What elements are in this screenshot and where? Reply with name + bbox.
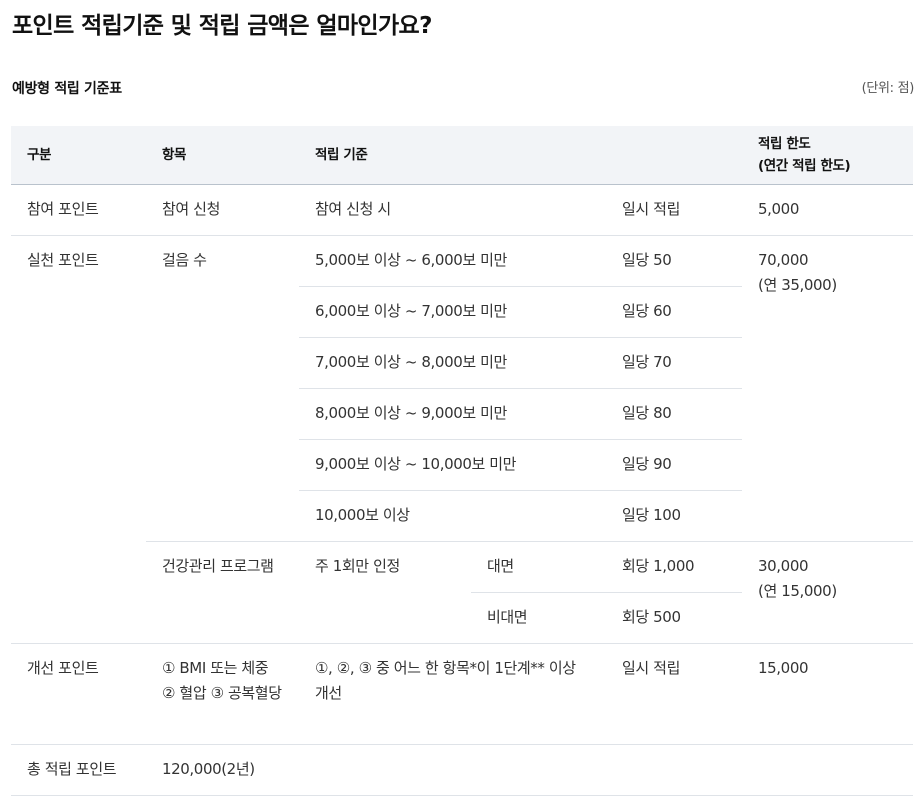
steps-amount-2: 일당 60 [606,286,743,338]
participation-item: 참여 신청 [146,184,299,236]
program-limit-line1: 30,000 [758,557,809,575]
participation-criteria: 참여 신청 시 [299,184,606,236]
steps-criteria-1: 5,000보 이상 ~ 6,000보 미만 [299,235,606,287]
steps-criteria-3: 7,000보 이상 ~ 8,000보 미만 [299,337,606,389]
page-title: 포인트 적립기준 및 적립 금액은 얼마인가요? [12,13,432,39]
steps-limit: 70,000 (연 35,000) [742,235,914,542]
table-row-steps-1: 실천 포인트 걸음 수 5,000보 이상 ~ 6,000보 미만 일당 50 … [11,235,914,644]
participation-limit: 5,000 [742,184,914,236]
table-row-program-1: 건강관리 프로그램 주 1회만 인정 대면 회당 1,000 30,000 (연… [11,541,914,644]
table-row-improvement: 개선 포인트 ① BMI 또는 체중 ② 혈압 ③ 공복혈당 ①, ②, ③ 중… [11,643,914,745]
steps-criteria-6: 10,000보 이상 [299,490,606,542]
header-item: 항목 [146,126,299,185]
header-criteria: 적립 기준 [299,126,743,185]
improvement-item: ① BMI 또는 체중 ② 혈압 ③ 공복혈당 [146,643,299,745]
unit-note: (단위: 점) [861,81,915,96]
total-category: 총 적립 포인트 [11,744,146,796]
program-amount-1: 회당 1,000 [606,541,743,593]
steps-limit-line2: (연 35,000) [758,276,837,294]
program-criteria: 주 1회만 인정 [299,541,471,644]
steps-amount-1: 일당 50 [606,235,743,287]
points-criteria-table: 구분 항목 적립 기준 적립 한도 (연간 적립 한도) 참여 포인트 참여 신… [11,126,914,796]
header-limit-line2: (연간 적립 한도) [758,158,851,174]
header-limit: 적립 한도 (연간 적립 한도) [742,126,914,185]
program-limit-line2: (연 15,000) [758,582,837,600]
table-row-total: 총 적립 포인트 120,000(2년) [11,744,914,796]
steps-amount-3: 일당 70 [606,337,743,389]
practice-category: 실천 포인트 [11,235,146,644]
total-value: 120,000(2년) [146,744,914,796]
program-type-1: 대면 [471,541,606,593]
steps-limit-line1: 70,000 [758,251,809,269]
header-limit-line1: 적립 한도 [758,136,811,152]
table-header-row: 구분 항목 적립 기준 적립 한도 (연간 적립 한도) [11,126,914,185]
program-type-2: 비대면 [471,592,606,644]
header-category: 구분 [11,126,146,185]
improvement-criteria: ①, ②, ③ 중 어느 한 항목*이 1단계** 이상 개선 [299,643,606,745]
improvement-category: 개선 포인트 [11,643,146,745]
steps-amount-4: 일당 80 [606,388,743,440]
steps-item: 걸음 수 [146,235,299,542]
program-limit: 30,000 (연 15,000) [742,541,914,644]
program-item: 건강관리 프로그램 [146,541,299,644]
participation-category: 참여 포인트 [11,184,146,236]
steps-criteria-4: 8,000보 이상 ~ 9,000보 미만 [299,388,606,440]
steps-criteria-5: 9,000보 이상 ~ 10,000보 미만 [299,439,606,491]
improvement-limit: 15,000 [742,643,914,745]
steps-amount-5: 일당 90 [606,439,743,491]
improvement-amount: 일시 적립 [606,643,743,745]
steps-amount-6: 일당 100 [606,490,743,542]
table-row-participation: 참여 포인트 참여 신청 참여 신청 시 일시 적립 5,000 [11,184,914,236]
table-subtitle: 예방형 적립 기준표 [12,81,122,97]
program-amount-2: 회당 500 [606,592,743,644]
participation-amount: 일시 적립 [606,184,743,236]
steps-criteria-2: 6,000보 이상 ~ 7,000보 미만 [299,286,606,338]
